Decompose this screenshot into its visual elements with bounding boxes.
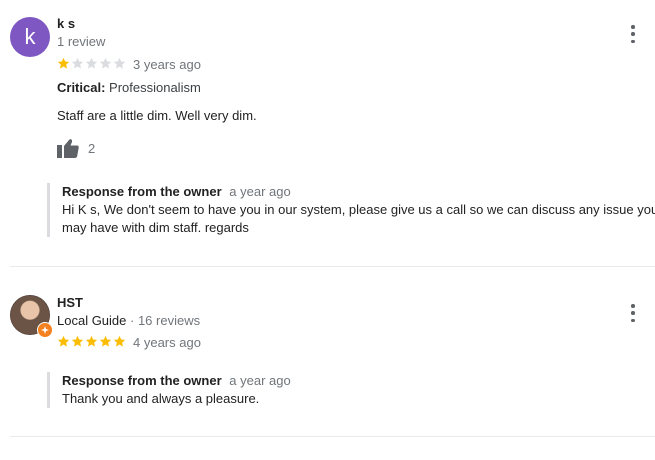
response-title: Response from the owner bbox=[62, 373, 222, 388]
reviewer-name[interactable]: HST bbox=[57, 295, 83, 310]
owner-response: Response from the owner a year ago Hi K … bbox=[47, 183, 655, 237]
critical-label: Critical: bbox=[57, 80, 106, 95]
owner-response: Response from the owner a year ago Thank… bbox=[47, 372, 655, 408]
reviewer-avatar[interactable] bbox=[10, 295, 53, 338]
star-filled-icon bbox=[85, 335, 98, 347]
response-date: a year ago bbox=[229, 184, 291, 199]
star-empty-icon bbox=[85, 57, 98, 69]
more-options-button[interactable] bbox=[625, 24, 641, 44]
review-card: k k s 1 review 3 years ago Critical: Pro… bbox=[0, 0, 655, 267]
star-empty-icon bbox=[99, 57, 112, 69]
response-text-line: may have with dim staff. regards bbox=[62, 220, 249, 235]
local-guide-badge-icon bbox=[37, 322, 53, 338]
star-empty-icon bbox=[113, 57, 126, 69]
reviewer-info: Local Guide · 16 reviews bbox=[57, 313, 200, 328]
star-filled-icon bbox=[99, 335, 112, 347]
star-rating bbox=[57, 335, 126, 348]
response-title: Response from the owner bbox=[62, 184, 222, 199]
critical-attribute: Critical: Professionalism bbox=[57, 80, 201, 95]
review-date: 3 years ago bbox=[133, 57, 201, 72]
more-vert-icon bbox=[631, 25, 635, 29]
star-filled-icon bbox=[57, 57, 70, 69]
like-button[interactable]: 2 bbox=[57, 138, 95, 158]
critical-value: Professionalism bbox=[109, 80, 201, 95]
reviewer-name[interactable]: k s bbox=[57, 16, 75, 31]
star-filled-icon bbox=[57, 335, 70, 347]
response-date: a year ago bbox=[229, 373, 291, 388]
more-options-button[interactable] bbox=[625, 303, 641, 323]
avatar-letter: k bbox=[24, 24, 36, 49]
thumb-up-icon bbox=[57, 139, 79, 158]
star-rating bbox=[57, 57, 126, 70]
reviewer-avatar[interactable]: k bbox=[10, 17, 50, 57]
reviewer-review-count: 1 review bbox=[57, 34, 106, 49]
response-text-line: Hi K s, We don't seem to have you in our… bbox=[62, 202, 655, 217]
like-count: 2 bbox=[88, 140, 96, 156]
response-text: Thank you and always a pleasure. bbox=[62, 391, 260, 406]
reviewer-review-count: · 16 reviews bbox=[130, 313, 201, 328]
review-card: HST Local Guide · 16 reviews 4 years ago… bbox=[0, 267, 655, 437]
local-guide-label: Local Guide bbox=[57, 313, 127, 328]
star-filled-icon bbox=[71, 335, 84, 347]
review-date: 4 years ago bbox=[133, 335, 201, 350]
star-filled-icon bbox=[113, 335, 126, 347]
star-empty-icon bbox=[71, 57, 84, 69]
review-text: Staff are a little dim. Well very dim. bbox=[57, 108, 257, 123]
more-vert-icon bbox=[631, 304, 635, 308]
review-divider bbox=[10, 436, 655, 437]
